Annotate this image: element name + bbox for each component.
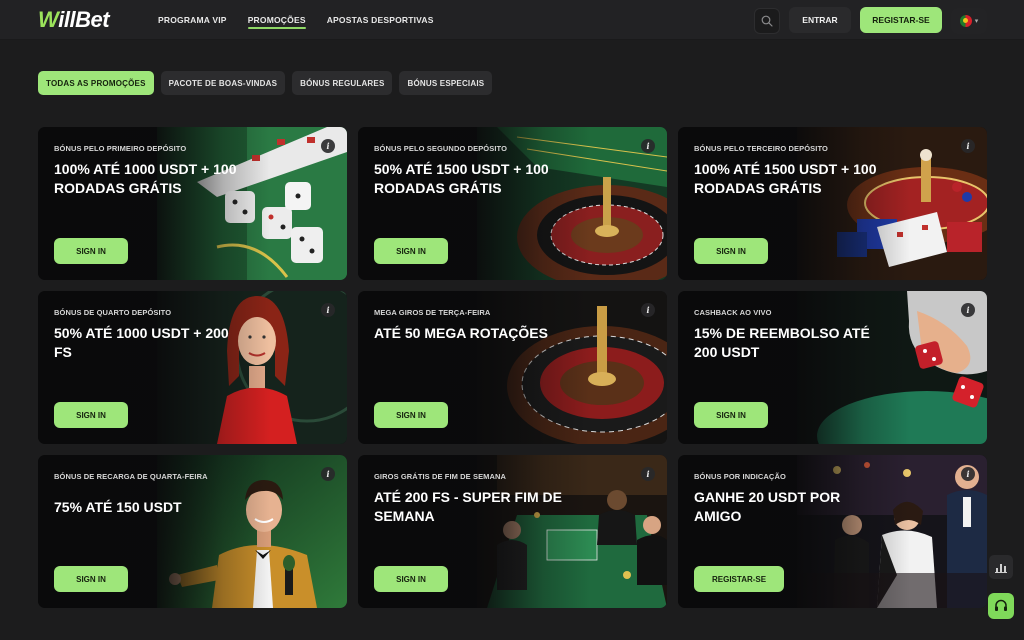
search-icon: [761, 15, 773, 27]
sign-in-button[interactable]: SIGN IN: [374, 402, 448, 428]
promotion-filters: TODAS AS PROMOÇÕES PACOTE DE BOAS-VINDAS…: [38, 71, 493, 95]
info-icon[interactable]: i: [321, 467, 335, 481]
promo-card-mega-spins-tuesday[interactable]: MEGA GIROS DE TERÇA-FEIRA ATÉ 50 MEGA RO…: [358, 291, 667, 444]
card-title: 15% DE REEMBOLSO ATÉ 200 USDT: [694, 325, 870, 360]
sign-in-button[interactable]: SIGN IN: [374, 238, 448, 264]
sign-in-button[interactable]: SIGN IN: [54, 238, 128, 264]
info-icon[interactable]: i: [961, 139, 975, 153]
promo-card-live-cashback[interactable]: CASHBACK AO VIVO 15% DE REEMBOLSO ATÉ 20…: [678, 291, 987, 444]
card-title: 100% ATÉ 1500 USDT + 100 RODADAS GRÁTIS: [694, 161, 877, 196]
card-title: 50% ATÉ 1500 USDT + 100 RODADAS GRÁTIS: [374, 161, 549, 196]
promo-card-wednesday-reload[interactable]: BÓNUS DE RECARGA DE QUARTA-FEIRA 75% ATÉ…: [38, 455, 347, 608]
bar-chart-icon: [995, 564, 1007, 573]
register-cta-button[interactable]: REGISTAR-SE: [694, 566, 785, 592]
card-label: BÓNUS DE QUARTO DEPÓSITO: [54, 308, 172, 317]
sign-in-button[interactable]: SIGN IN: [694, 402, 768, 428]
card-label: CASHBACK AO VIVO: [694, 308, 772, 317]
promo-card-referral-bonus[interactable]: BÓNUS POR INDICAÇÃO GANHE 20 USDT POR AM…: [678, 455, 987, 608]
card-title: 100% ATÉ 1000 USDT + 100 RODADAS GRÁTIS: [54, 161, 237, 196]
card-label: BÓNUS PELO PRIMEIRO DEPÓSITO: [54, 144, 187, 153]
card-label: BÓNUS POR INDICAÇÃO: [694, 472, 786, 481]
headset-icon: [995, 599, 1007, 611]
logo-text: illBet: [58, 7, 110, 32]
info-icon[interactable]: i: [321, 139, 335, 153]
card-label: BÓNUS DE RECARGA DE QUARTA-FEIRA: [54, 472, 208, 481]
card-title: 75% ATÉ 150 USDT: [54, 499, 182, 515]
portugal-flag-icon: [959, 15, 972, 27]
filter-welcome-package[interactable]: PACOTE DE BOAS-VINDAS: [160, 71, 286, 95]
promo-card-weekend-free-spins[interactable]: GIROS GRÁTIS DE FIM DE SEMANA ATÉ 200 FS…: [358, 455, 667, 608]
top-header: WillBet PROGRAMA VIP PROMOÇÕES APOSTAS D…: [0, 0, 1024, 40]
card-label: BÓNUS PELO TERCEIRO DEPÓSITO: [694, 144, 828, 153]
sign-in-button[interactable]: SIGN IN: [694, 238, 768, 264]
card-title: ATÉ 200 FS - SUPER FIM DE SEMANA: [374, 489, 562, 524]
search-button[interactable]: [754, 8, 780, 34]
card-label: MEGA GIROS DE TERÇA-FEIRA: [374, 308, 491, 317]
nav-promotions[interactable]: PROMOÇÕES: [247, 0, 306, 40]
promo-card-second-deposit[interactable]: BÓNUS PELO SEGUNDO DEPÓSITO 50% ATÉ 1500…: [358, 127, 667, 280]
card-title: 50% ATÉ 1000 USDT + 200 FS: [54, 325, 229, 360]
sign-in-button[interactable]: SIGN IN: [54, 566, 128, 592]
card-title: ATÉ 50 MEGA ROTAÇÕES: [374, 325, 548, 341]
register-button[interactable]: REGISTAR-SE: [860, 7, 942, 33]
nav-sports-betting[interactable]: APOSTAS DESPORTIVAS: [327, 0, 434, 40]
logo-letter: W: [38, 7, 59, 32]
sign-in-button[interactable]: SIGN IN: [374, 566, 448, 592]
info-icon[interactable]: i: [961, 303, 975, 317]
stats-button[interactable]: [989, 555, 1013, 579]
sign-in-button[interactable]: SIGN IN: [54, 402, 128, 428]
filter-special-bonuses[interactable]: BÓNUS ESPECIAIS: [399, 71, 493, 95]
info-icon[interactable]: i: [641, 467, 655, 481]
info-icon[interactable]: i: [641, 303, 655, 317]
main-nav: PROGRAMA VIP PROMOÇÕES APOSTAS DESPORTIV…: [158, 0, 434, 40]
filter-regular-bonuses[interactable]: BÓNUS REGULARES: [292, 71, 393, 95]
willbet-logo[interactable]: WillBet: [38, 7, 110, 33]
language-selector[interactable]: ▾: [951, 8, 987, 34]
nav-vip-program[interactable]: PROGRAMA VIP: [158, 0, 227, 40]
card-title: GANHE 20 USDT POR AMIGO: [694, 489, 841, 524]
promo-card-third-deposit[interactable]: BÓNUS PELO TERCEIRO DEPÓSITO 100% ATÉ 15…: [678, 127, 987, 280]
info-icon[interactable]: i: [321, 303, 335, 317]
chevron-down-icon: ▾: [974, 18, 979, 25]
card-label: GIROS GRÁTIS DE FIM DE SEMANA: [374, 472, 507, 481]
promo-card-fourth-deposit[interactable]: BÓNUS DE QUARTO DEPÓSITO 50% ATÉ 1000 US…: [38, 291, 347, 444]
support-chat-button[interactable]: [988, 593, 1014, 619]
filter-all-promotions[interactable]: TODAS AS PROMOÇÕES: [38, 71, 154, 95]
promo-card-first-deposit[interactable]: BÓNUS PELO PRIMEIRO DEPÓSITO 100% ATÉ 10…: [38, 127, 347, 280]
card-label: BÓNUS PELO SEGUNDO DEPÓSITO: [374, 144, 507, 153]
login-button[interactable]: ENTRAR: [789, 7, 851, 33]
info-icon[interactable]: i: [961, 467, 975, 481]
info-icon[interactable]: i: [641, 139, 655, 153]
